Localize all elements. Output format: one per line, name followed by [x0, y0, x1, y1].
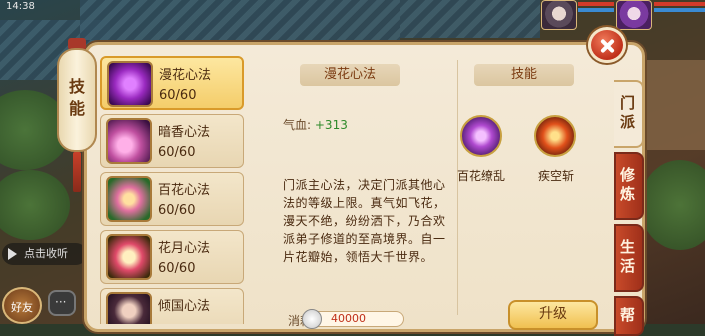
mp-bar — [578, 8, 614, 12]
friends-label: 好友 — [11, 301, 33, 314]
chat-bubble-icon[interactable] — [48, 290, 76, 316]
divider — [457, 60, 458, 315]
purple-flower-skill-icon — [107, 61, 153, 107]
tab-guild[interactable]: 帮 — [614, 296, 644, 336]
skill-name: 暗香心法 — [158, 125, 211, 140]
hp-bar — [654, 2, 705, 6]
status-bar: 14:38 — [0, 0, 140, 14]
skill-level: 60/60 — [158, 145, 196, 160]
hand-flower-skill-icon — [106, 176, 152, 222]
skill-list-item[interactable]: 漫花心法 60/60 — [100, 56, 244, 110]
stat-value: +313 — [314, 118, 348, 132]
skill-name: 漫花心法 — [159, 68, 212, 83]
pink-swirl-skill-icon — [106, 118, 152, 164]
skill-name: 花月心法 — [158, 241, 211, 256]
skill-list-item[interactable]: 倾国心法 — [100, 288, 244, 324]
skill-description: 门派主心法，决定门派其他心法的等级上限。真气如飞花，漫天不绝，纷纷洒下，乃合欢派… — [283, 178, 446, 264]
tab-sect[interactable]: 门派 — [614, 80, 644, 148]
clock: 14:38 — [6, 1, 35, 12]
tab-life[interactable]: 生活 — [614, 224, 644, 292]
moon-rose-skill-icon — [106, 234, 152, 280]
skill-list-item[interactable]: 花月心法 60/60 — [100, 230, 244, 284]
skill-level: 60/60 — [158, 203, 196, 218]
skill-list-item[interactable]: 暗香心法 60/60 — [100, 114, 244, 168]
panel-title-lantern: 技能 — [57, 48, 97, 152]
party-member-portrait[interactable] — [541, 0, 577, 30]
fire-slash-icon[interactable] — [534, 115, 576, 157]
skill-name: 倾国心法 — [158, 299, 211, 314]
abilities-title: 技能 — [474, 64, 574, 86]
skill-list-item[interactable]: 百花心法 60/60 — [100, 172, 244, 226]
skill-detail-title: 漫花心法 — [300, 64, 400, 86]
ability-name: 疾空斩 — [537, 169, 574, 183]
skill-list: 漫花心法 60/60 暗香心法 60/60 百花心法 60/60 花月心法 60… — [100, 56, 246, 324]
skill-name: 百花心法 — [158, 183, 211, 198]
close-button[interactable] — [588, 27, 626, 63]
player-portrait[interactable] — [616, 0, 652, 30]
skill-level: 60/60 — [159, 88, 197, 103]
tab-cultivation[interactable]: 修炼 — [614, 152, 644, 220]
lantern-tassel — [73, 152, 81, 192]
dancer-skill-icon — [106, 292, 152, 324]
flower-burst-icon[interactable] — [460, 115, 502, 157]
play-icon — [8, 248, 17, 260]
friends-button[interactable]: 好友 — [2, 287, 42, 324]
skill-level: 60/60 — [158, 261, 196, 276]
voice-chat-label: 点击收听 — [24, 247, 68, 260]
ability-name: 百花缭乱 — [456, 169, 505, 183]
hp-bar — [578, 2, 614, 6]
stat-label: 气血: — [283, 118, 312, 132]
upgrade-button[interactable]: 升级 — [508, 300, 598, 330]
skill-stat: 气血: +313 — [283, 116, 348, 133]
mp-bar — [654, 8, 705, 12]
panel-title: 技能 — [66, 78, 85, 122]
voice-chat-toggle[interactable]: 点击收听 — [2, 243, 87, 265]
silver-coin-icon — [302, 309, 322, 329]
